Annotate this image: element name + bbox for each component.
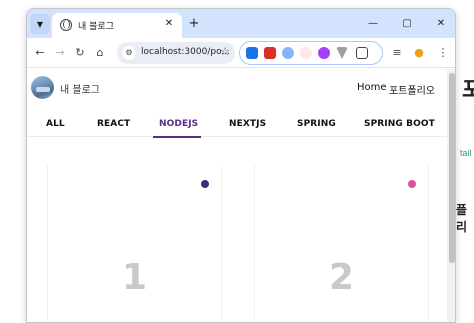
maximize-button[interactable]: ▢ <box>397 15 417 33</box>
profile-icon[interactable]: ● <box>411 44 427 62</box>
portfolio-card[interactable]: 1 <box>47 165 222 322</box>
card-number: 2 <box>328 257 355 298</box>
card-dot-indicator <box>408 180 416 188</box>
browser-toolbar: ← → ↻ ⌂ ⚙ localhost:3000/po... ☆ ≡ ● ⋮ <box>27 38 455 68</box>
back-arrow-icon[interactable]: ← <box>31 44 49 62</box>
tab-nextjs[interactable]: NEXTJS <box>229 119 266 129</box>
menu-kebab-icon[interactable]: ⋮ <box>435 44 451 62</box>
close-tab-icon[interactable]: ✕ <box>162 17 176 31</box>
site-title[interactable]: 내 블로그 <box>60 81 100 96</box>
background-heading: 포 <box>462 77 474 102</box>
tab-all[interactable]: ALL <box>46 119 65 129</box>
scrollbar-thumb[interactable] <box>449 73 455 263</box>
blog-logo-avatar[interactable] <box>31 76 54 99</box>
desktop: 포 tail 플리 ▼ 내 블로그 ✕ + — ▢ ✕ ← → ↻ ⌂ ⚙ lo… <box>0 0 474 323</box>
url-text: localhost:3000/po... <box>141 47 231 57</box>
extension-blue-icon[interactable] <box>246 47 258 59</box>
nav-home-link[interactable]: Home <box>357 82 387 93</box>
extension-vue-icon[interactable] <box>336 47 348 59</box>
portfolio-card[interactable]: 2 <box>254 165 429 322</box>
new-tab-button[interactable]: + <box>185 15 203 33</box>
home-icon[interactable]: ⌂ <box>91 44 109 62</box>
background-link: tail <box>460 148 472 158</box>
nav-portfolio-link[interactable]: 포트폴리오 <box>389 82 435 97</box>
active-tab[interactable]: 내 블로그 ✕ <box>52 13 182 38</box>
tab-nodejs[interactable]: NODEJS <box>159 119 198 129</box>
close-window-button[interactable]: ✕ <box>431 15 451 33</box>
minimize-button[interactable]: — <box>363 15 383 33</box>
extension-pdf-icon[interactable] <box>264 47 276 59</box>
card-number: 1 <box>121 257 148 298</box>
tab-react[interactable]: REACT <box>97 119 130 129</box>
tab-spring-boot[interactable]: SPRING BOOT <box>364 119 435 129</box>
page-viewport: 내 블로그 Home 포트폴리오 ALL REACT NODEJS NEXTJS… <box>27 69 455 322</box>
extensions-group <box>239 41 383 65</box>
globe-icon <box>60 19 72 31</box>
card-dot-indicator <box>201 180 209 188</box>
browser-window: ▼ 내 블로그 ✕ + — ▢ ✕ ← → ↻ ⌂ ⚙ localhost:30… <box>26 8 456 323</box>
extension-drop-icon[interactable] <box>282 47 294 59</box>
address-bar[interactable]: ⚙ localhost:3000/po... ☆ <box>117 42 235 64</box>
category-tabs: ALL REACT NODEJS NEXTJS SPRING SPRING BO… <box>27 113 447 138</box>
site-info-icon[interactable]: ⚙ <box>122 46 136 60</box>
page-scrollbar[interactable] <box>447 69 455 322</box>
forward-arrow-icon[interactable]: → <box>51 44 69 62</box>
reload-icon[interactable]: ↻ <box>71 44 89 62</box>
extension-pink-icon[interactable] <box>300 47 312 59</box>
background-subheading: 플리 <box>456 203 468 234</box>
bookmark-star-icon[interactable]: ☆ <box>220 45 230 58</box>
tab-spring[interactable]: SPRING <box>297 119 336 129</box>
extension-purple-icon[interactable] <box>318 47 330 59</box>
extensions-puzzle-icon[interactable] <box>356 47 368 59</box>
reading-list-icon[interactable]: ≡ <box>389 44 405 62</box>
tab-title: 내 블로그 <box>78 22 114 32</box>
tab-strip: ▼ 내 블로그 ✕ + — ▢ ✕ <box>27 9 455 38</box>
tab-search-button[interactable]: ▼ <box>30 14 50 34</box>
active-tab-indicator <box>153 136 201 138</box>
